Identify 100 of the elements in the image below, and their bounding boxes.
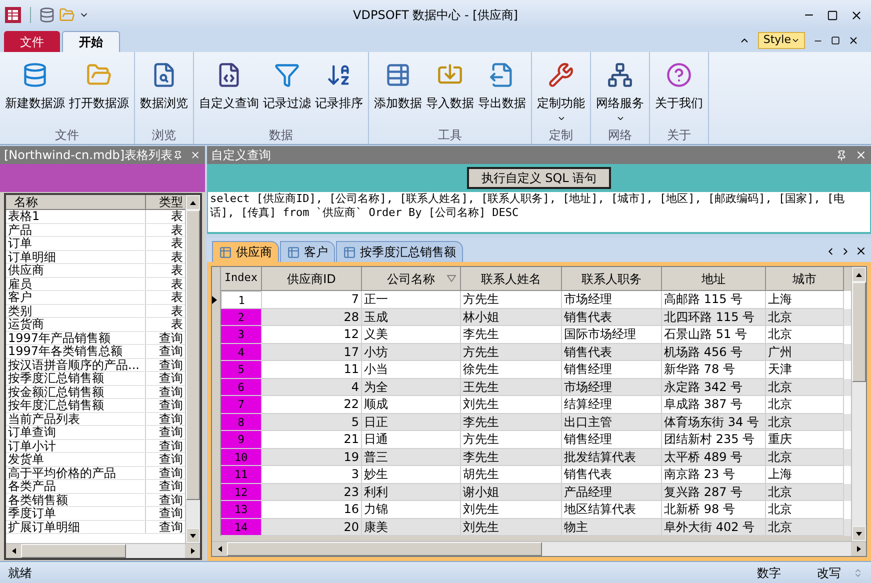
table-cell[interactable]: 2	[221, 308, 262, 326]
scroll-thumb[interactable]	[852, 282, 866, 382]
ribbon-button[interactable]: 添加数据	[372, 62, 424, 126]
ribbon-button[interactable]: 导出数据	[476, 62, 528, 126]
table-cell[interactable]: 康美	[362, 518, 461, 536]
table-cell[interactable]: 查询	[146, 358, 185, 371]
table-cell[interactable]: 表	[146, 304, 185, 317]
table-cell[interactable]: 9	[221, 431, 262, 448]
table-cell[interactable]: 11	[221, 466, 262, 484]
column-header[interactable]: 联系人姓名	[461, 267, 562, 291]
ribbon-button[interactable]: 数据浏览	[138, 62, 190, 126]
scrollbar[interactable]	[185, 195, 200, 543]
table-cell[interactable]: 刘先生	[461, 518, 562, 536]
table-cell[interactable]: 表	[146, 291, 185, 304]
table-cell[interactable]: 扩展订单明细	[6, 520, 146, 533]
document-tab[interactable]: 供应商	[212, 241, 279, 262]
table-cell[interactable]: 查询	[146, 345, 185, 358]
close-icon[interactable]	[848, 35, 859, 46]
style-button[interactable]: Style	[758, 32, 805, 49]
table-cell[interactable]: 季度订单	[6, 507, 146, 520]
table-cell[interactable]: 查询	[146, 466, 185, 479]
column-header[interactable]: 城市	[766, 267, 844, 291]
table-cell[interactable]: 查询	[146, 453, 185, 466]
table-cell[interactable]: 各类产品	[6, 480, 146, 492]
table-cell[interactable]: 当前产品列表	[6, 412, 146, 425]
table-cell[interactable]: 表	[146, 278, 185, 290]
table-cell[interactable]: 表	[146, 264, 185, 276]
ribbon-button[interactable]: 导入数据	[424, 62, 476, 126]
table-cell[interactable]: 表	[146, 318, 185, 330]
table-cell[interactable]: 查询	[146, 426, 185, 438]
table-cell[interactable]: 13	[221, 501, 262, 518]
table-cell[interactable]: 各类销售额	[6, 494, 146, 506]
table-cell[interactable]: 类别	[6, 304, 146, 317]
table-cell[interactable]: 按年度汇总销售额	[6, 399, 146, 412]
table-cell[interactable]: 订单明细	[6, 250, 146, 263]
table-cell[interactable]: 按季度汇总销售额	[6, 372, 146, 384]
restore-icon[interactable]	[831, 36, 840, 45]
table-cell[interactable]: 5	[221, 361, 262, 378]
table-cell[interactable]: 4	[221, 344, 262, 361]
table-cell[interactable]: 高于平均价格的产品	[6, 466, 146, 479]
table-cell[interactable]: 北京	[766, 518, 844, 536]
table-cell[interactable]: 查询	[146, 332, 185, 344]
table-cell[interactable]: 14	[221, 518, 262, 536]
column-header[interactable]: 供应商ID	[262, 267, 362, 291]
table-cell[interactable]: 查询	[146, 507, 185, 520]
document-tab[interactable]: 按季度汇总销售额	[336, 241, 463, 262]
table-cell[interactable]: 查询	[146, 372, 185, 384]
table-cell[interactable]: 阜外大街 402 号	[662, 518, 766, 536]
scrollbar[interactable]	[851, 267, 866, 541]
ribbon-button[interactable]: 关于我们	[653, 62, 705, 126]
table-cell[interactable]: 供应商	[6, 264, 146, 276]
table-cell[interactable]: 查询	[146, 386, 185, 398]
column-header[interactable]: 公司名称	[362, 267, 461, 291]
pin-icon[interactable]	[172, 150, 182, 160]
run-sql-button[interactable]: 执行自定义 SQL 语句	[467, 167, 611, 189]
table-cell[interactable]: 表	[146, 210, 185, 222]
close-icon[interactable]	[855, 245, 867, 257]
table-cell[interactable]: 表	[146, 224, 185, 236]
table-cell[interactable]: 表	[146, 250, 185, 263]
ribbon-button[interactable]: 网络服务	[594, 62, 646, 126]
table-cell[interactable]: 3	[221, 326, 262, 344]
ribbon-button[interactable]: 定制功能	[535, 62, 587, 126]
table-cell[interactable]: 产品	[6, 224, 146, 236]
table-cell[interactable]: 运货商	[6, 318, 146, 330]
table-cell[interactable]: 按金额汇总销售额	[6, 386, 146, 398]
ribbon-button[interactable]: 记录排序	[313, 62, 365, 126]
pin-icon[interactable]	[836, 150, 847, 160]
scroll-thumb[interactable]	[227, 542, 542, 556]
table-cell[interactable]: 订单	[6, 237, 146, 250]
table-cell[interactable]: 10	[221, 448, 262, 466]
ribbon-button[interactable]: 记录过滤	[261, 62, 313, 126]
app-icon[interactable]	[4, 6, 22, 24]
table-cell[interactable]: 物主	[562, 518, 662, 536]
table-cell[interactable]: 7	[221, 396, 262, 414]
table-cell[interactable]: 订单小计	[6, 440, 146, 452]
table-cell[interactable]: 12	[221, 484, 262, 501]
table-cell[interactable]: 查询	[146, 520, 185, 533]
table-cell[interactable]: 1	[221, 291, 262, 308]
sql-field[interactable]: select [供应商ID], [公司名称], [联系人姓名], [联系人职务], [地址], [城市], [地区], [邮政编码], [国家], [电话], [传真] from `供应商` Order By [公司名称] DESC	[208, 192, 870, 232]
scroll-thumb[interactable]	[186, 210, 200, 500]
table-cell[interactable]: 客户	[6, 291, 146, 304]
table-cell[interactable]: 20	[262, 518, 362, 536]
table-cell[interactable]: 查询	[146, 480, 185, 492]
table-cell[interactable]: 发货单	[6, 453, 146, 466]
table-cell[interactable]: 1997年产品销售额	[6, 332, 146, 344]
table-cell[interactable]: 1997年各类销售总额	[6, 345, 146, 358]
table-cell[interactable]: 订单查询	[6, 426, 146, 438]
table-cell[interactable]: 表	[146, 237, 185, 250]
ribbon-button[interactable]: 新建数据源	[3, 62, 67, 126]
maximize-icon[interactable]	[827, 10, 838, 20]
table-cell[interactable]: 查询	[146, 440, 185, 452]
database-icon[interactable]	[39, 7, 55, 23]
table-cell[interactable]: 雇员	[6, 278, 146, 290]
table-cell[interactable]: 查询	[146, 399, 185, 412]
ribbon-tab[interactable]: 开始	[62, 31, 120, 52]
table-cell[interactable]: 查询	[146, 494, 185, 506]
column-header[interactable]: 名称	[6, 195, 146, 210]
close-icon[interactable]	[850, 8, 863, 22]
table-cell[interactable]: 6	[221, 378, 262, 396]
document-tab[interactable]: 客户	[280, 241, 335, 262]
